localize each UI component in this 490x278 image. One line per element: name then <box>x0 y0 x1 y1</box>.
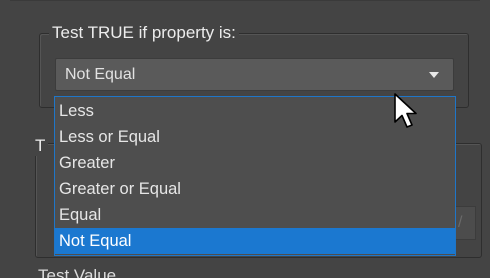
dropdown-option-not-equal[interactable]: Not Equal <box>55 228 455 254</box>
panel-top-border <box>10 0 480 1</box>
comparison-combobox-value: Not Equal <box>65 66 136 83</box>
dropdown-option-greater[interactable]: Greater <box>55 150 455 176</box>
second-groupbox-legend: T <box>32 136 49 156</box>
condition-groupbox-legend: Test TRUE if property is: <box>49 23 239 43</box>
second-group-field-text: / <box>458 214 463 231</box>
dropdown-option-greater-or-equal[interactable]: Greater or Equal <box>55 176 455 202</box>
triangle-down-icon[interactable] <box>429 72 439 78</box>
test-value-label: Test Value <box>38 266 117 278</box>
comparison-combobox[interactable]: Not Equal <box>55 58 454 91</box>
mouse-pointer-icon <box>394 93 417 128</box>
dropdown-option-equal[interactable]: Equal <box>55 202 455 228</box>
